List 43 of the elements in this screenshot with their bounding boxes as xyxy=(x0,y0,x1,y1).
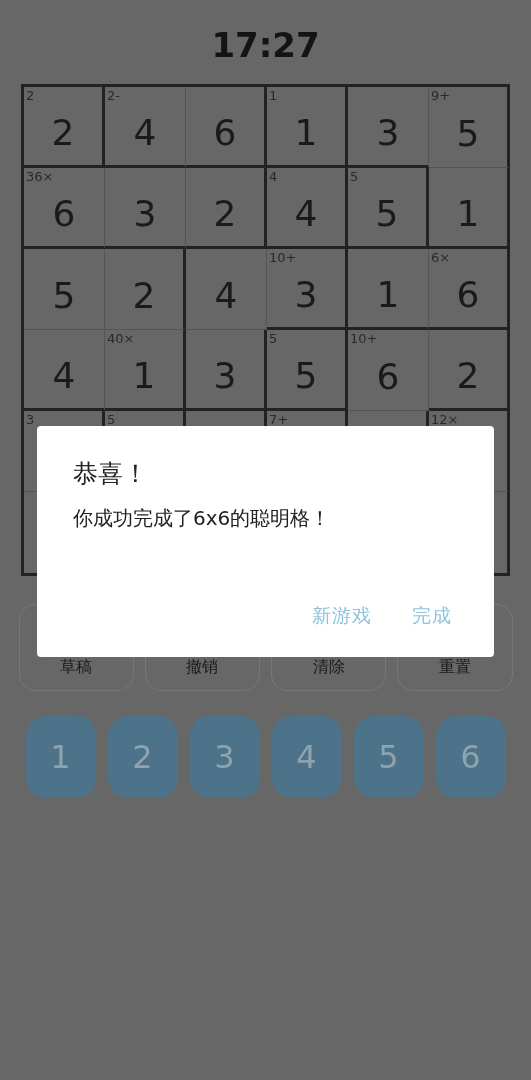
cage-label: 10+ xyxy=(269,251,297,265)
cell-digit: 6 xyxy=(52,192,76,234)
timer: 17:27 xyxy=(211,24,320,67)
cell-digit: 3 xyxy=(213,354,237,396)
cage-label: 2 xyxy=(26,89,35,103)
cage-label: 40× xyxy=(107,332,135,346)
cage-label: 5 xyxy=(350,170,359,184)
cell-digit: 3 xyxy=(376,111,400,153)
cell-digit: 1 xyxy=(376,273,400,315)
cell-digit: 1 xyxy=(294,111,318,153)
cage-label: 4 xyxy=(269,170,278,184)
cell-digit: 2 xyxy=(213,192,237,234)
cell-digit: 2 xyxy=(51,111,75,153)
cell-digit: 4 xyxy=(294,192,318,234)
dialog-title: 恭喜！ xyxy=(73,458,149,490)
cell-digit: 2 xyxy=(456,354,480,396)
cage-label: 1 xyxy=(269,89,278,103)
cage-label: 5 xyxy=(107,413,116,427)
cell-digit: 3 xyxy=(133,192,157,234)
cage-label: 9+ xyxy=(431,89,451,103)
cell-digit: 1 xyxy=(456,192,480,234)
cage-label: 10+ xyxy=(350,332,378,346)
cage-label: 3 xyxy=(26,413,35,427)
cell-digit: 4 xyxy=(133,111,157,153)
cage-label: 2- xyxy=(107,89,120,103)
cell-digit: 6 xyxy=(213,111,237,153)
dialog-message: 你成功完成了6x6的聪明格！ xyxy=(73,505,332,532)
cell-digit: 5 xyxy=(375,192,399,234)
cell-digit: 1 xyxy=(132,354,156,396)
cage-label: 12× xyxy=(431,413,459,427)
cage-label: 5 xyxy=(269,332,278,346)
cage-label: 36× xyxy=(26,170,54,184)
cell-digit: 4 xyxy=(52,354,76,396)
cell-digit: 2 xyxy=(132,274,156,316)
cell-digit: 6 xyxy=(376,355,400,397)
cell-digit: 4 xyxy=(214,274,238,316)
cell-digit: 5 xyxy=(294,354,318,396)
cell-digit: 6 xyxy=(456,273,480,315)
cell-digit: 5 xyxy=(456,112,480,154)
cell-digit: 3 xyxy=(294,273,318,315)
cell-digit: 5 xyxy=(52,274,76,316)
cage-label: 6× xyxy=(431,251,451,265)
cage-label: 7+ xyxy=(269,413,289,427)
